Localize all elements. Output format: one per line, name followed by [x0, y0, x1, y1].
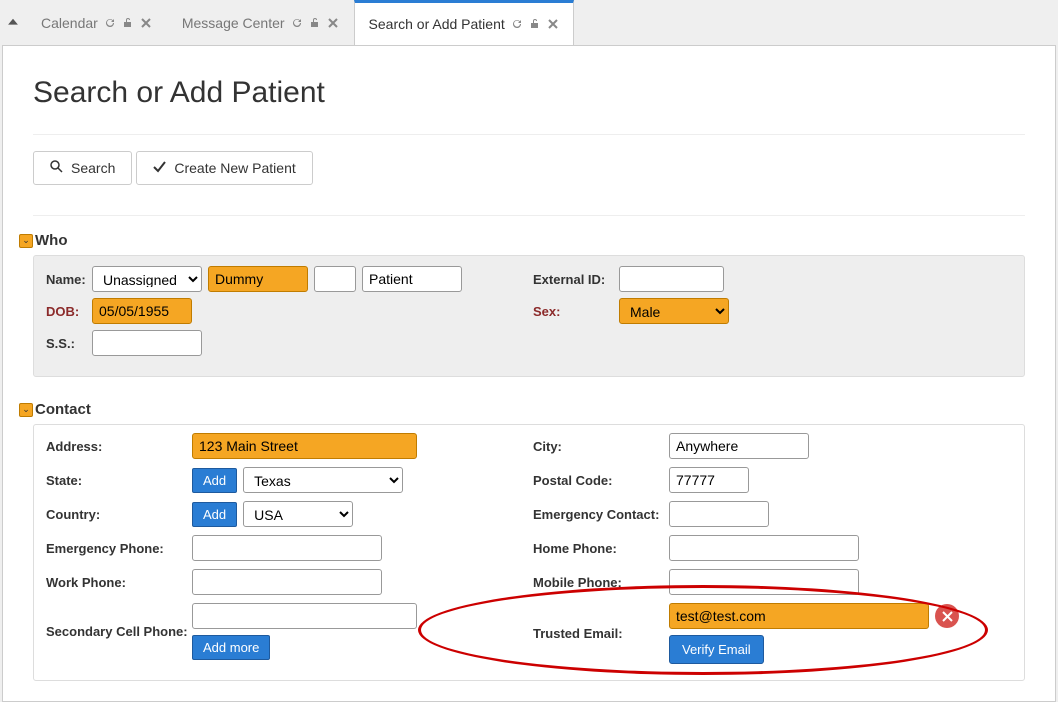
button-label: Create New Patient [174, 160, 295, 176]
secondary-cell-input[interactable] [192, 603, 417, 629]
ssn-label: S.S.: [42, 336, 92, 351]
verify-email-button[interactable]: Verify Email [669, 635, 764, 664]
emergency-phone-input[interactable] [192, 535, 382, 561]
search-button[interactable]: Search [33, 151, 132, 185]
first-name-input[interactable] [208, 266, 308, 292]
check-icon [153, 160, 166, 176]
secondary-cell-label: Secondary Cell Phone: [42, 624, 192, 639]
divider [33, 215, 1025, 216]
dob-label: DOB: [42, 304, 92, 319]
tab-message-center[interactable]: Message Center [167, 0, 354, 45]
external-id-label: External ID: [529, 272, 619, 287]
button-label: Search [71, 160, 115, 176]
tab-bar: Calendar Message Center Search or Add Pa… [0, 0, 1058, 45]
section-header-contact: ⌄ Contact [19, 401, 1025, 418]
name-label: Name: [42, 272, 92, 287]
postal-label: Postal Code: [529, 473, 669, 488]
search-icon [50, 160, 63, 176]
section-header-who: ⌄ Who [19, 232, 1025, 249]
tab-calendar[interactable]: Calendar [26, 0, 167, 45]
collapse-toggle[interactable]: ⌄ [19, 403, 33, 417]
add-state-button[interactable]: Add [192, 468, 237, 493]
external-id-input[interactable] [619, 266, 724, 292]
mobile-phone-input[interactable] [669, 569, 859, 595]
tab-label: Search or Add Patient [369, 16, 505, 32]
emergency-contact-label: Emergency Contact: [529, 507, 669, 522]
country-select[interactable]: USA [243, 501, 353, 527]
close-icon[interactable] [140, 17, 152, 29]
page-content: Search or Add Patient Search Create New … [2, 45, 1056, 702]
unlock-icon[interactable] [309, 17, 321, 29]
work-phone-label: Work Phone: [42, 575, 192, 590]
trusted-email-input[interactable] [669, 603, 929, 629]
trusted-email-label: Trusted Email: [529, 626, 669, 641]
work-phone-input[interactable] [192, 569, 382, 595]
refresh-icon[interactable] [291, 17, 303, 29]
add-country-button[interactable]: Add [192, 502, 237, 527]
emergency-contact-input[interactable] [669, 501, 769, 527]
title-select[interactable]: Unassigned [92, 266, 202, 292]
add-more-button[interactable]: Add more [192, 635, 270, 660]
close-icon[interactable] [327, 17, 339, 29]
sex-select[interactable]: Male [619, 298, 729, 324]
last-name-input[interactable] [362, 266, 462, 292]
dob-input[interactable] [92, 298, 192, 324]
middle-name-input[interactable] [314, 266, 356, 292]
home-phone-label: Home Phone: [529, 541, 669, 556]
action-buttons: Search Create New Patient [33, 151, 1025, 185]
city-label: City: [529, 439, 669, 454]
tab-search-add-patient[interactable]: Search or Add Patient [354, 0, 574, 45]
refresh-icon[interactable] [511, 18, 523, 30]
state-label: State: [42, 473, 192, 488]
refresh-icon[interactable] [104, 17, 116, 29]
clear-email-icon[interactable] [935, 604, 959, 628]
collapse-caret[interactable] [8, 18, 18, 24]
home-phone-input[interactable] [669, 535, 859, 561]
unlock-icon[interactable] [529, 18, 541, 30]
tab-label: Calendar [41, 15, 98, 31]
divider [33, 134, 1025, 135]
address-input[interactable] [192, 433, 417, 459]
mobile-phone-label: Mobile Phone: [529, 575, 669, 590]
section-title: Who [35, 232, 67, 249]
tab-label: Message Center [182, 15, 285, 31]
city-input[interactable] [669, 433, 809, 459]
section-title: Contact [35, 401, 91, 418]
collapse-toggle[interactable]: ⌄ [19, 234, 33, 248]
state-select[interactable]: Texas [243, 467, 403, 493]
postal-input[interactable] [669, 467, 749, 493]
close-icon[interactable] [547, 18, 559, 30]
create-patient-button[interactable]: Create New Patient [136, 151, 312, 185]
unlock-icon[interactable] [122, 17, 134, 29]
contact-panel: Address: State: Add Texas Country: Add U… [33, 424, 1025, 681]
ssn-input[interactable] [92, 330, 202, 356]
sex-label: Sex: [529, 304, 619, 319]
country-label: Country: [42, 507, 192, 522]
emergency-phone-label: Emergency Phone: [42, 541, 192, 556]
who-panel: Name: Unassigned DOB: S.S.: [33, 255, 1025, 377]
page-title: Search or Add Patient [33, 76, 1025, 110]
address-label: Address: [42, 439, 192, 454]
